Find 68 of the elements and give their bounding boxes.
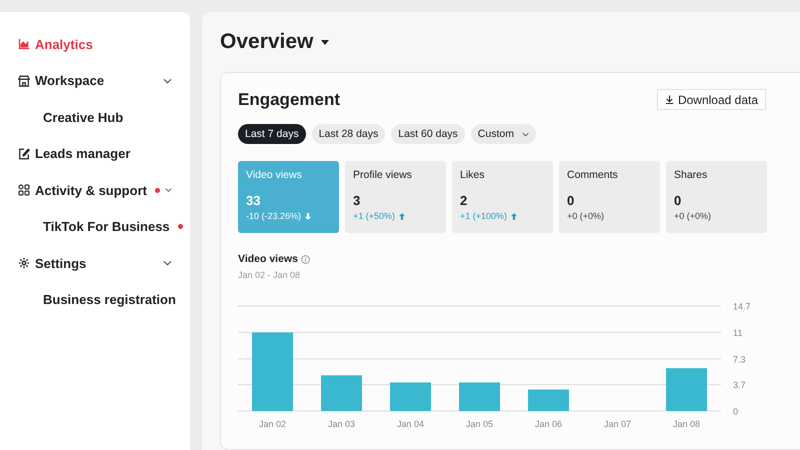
arrow-down-icon xyxy=(305,212,312,220)
chart-title: Video views xyxy=(238,253,298,265)
metric-value: 2 xyxy=(460,193,468,208)
sidebar-item[interactable]: Settings xyxy=(18,245,190,282)
info-icon[interactable] xyxy=(300,254,310,264)
axis-category-label: Jan 04 xyxy=(396,419,424,429)
chevron-icon[interactable] xyxy=(163,78,172,84)
metric-card[interactable]: Likes 2 +1 (+100%) xyxy=(452,161,553,233)
axis-tick-label: 11 xyxy=(733,328,742,338)
grid-icon xyxy=(18,184,30,196)
chevron-icon[interactable] xyxy=(163,260,172,266)
caret-icon[interactable] xyxy=(321,40,330,44)
metric-change: -10 (-23.26%) xyxy=(246,211,302,221)
sidebar-subitem[interactable]: Business registration xyxy=(18,282,190,318)
sidebar-item[interactable]: Analytics xyxy=(18,26,190,62)
chart-subtitle: Jan 02 - Jan 08 xyxy=(238,270,302,280)
metric-change: +0 (+0%) xyxy=(567,211,604,221)
metric-change: +1 (+100%) xyxy=(460,211,508,221)
shop-icon xyxy=(18,74,30,87)
date-range-chip[interactable]: Last 28 days xyxy=(312,124,386,144)
metric-label: Likes xyxy=(460,169,486,181)
bar[interactable] xyxy=(528,390,569,411)
metric-label: Comments xyxy=(567,169,619,181)
axis-tick-label: 7.3 xyxy=(733,354,746,364)
date-range-chip[interactable]: Last 7 days xyxy=(238,124,306,144)
axis-category-label: Jan 03 xyxy=(328,419,356,429)
download-button[interactable]: Download data xyxy=(656,89,766,110)
axis-category-label: Jan 02 xyxy=(258,419,286,429)
axis-category-label: Jan 07 xyxy=(604,419,632,429)
metric-value: 0 xyxy=(674,193,682,208)
sidebar-item[interactable]: Workspace xyxy=(18,62,190,99)
edit-icon xyxy=(18,148,30,160)
date-range-chip[interactable]: Last 60 days xyxy=(391,124,465,144)
metric-card[interactable]: Shares 0 +0 (+0%) xyxy=(666,161,767,233)
metric-card[interactable]: Profile views 3 +1 (+50%) xyxy=(345,161,446,233)
metric-value: 0 xyxy=(567,193,576,208)
metric-change: +0 (+0%) xyxy=(674,211,712,221)
download-icon xyxy=(664,95,674,104)
chart-icon xyxy=(18,38,30,50)
axis-category-label: Jan 06 xyxy=(534,419,562,429)
metric-label: Profile views xyxy=(353,169,413,181)
arrow-up-icon xyxy=(399,212,406,220)
metric-label: Shares xyxy=(674,169,708,181)
metric-value: 3 xyxy=(353,193,362,208)
sidebar-item[interactable]: Leads manager xyxy=(18,136,190,172)
bar[interactable] xyxy=(321,375,362,411)
bar[interactable] xyxy=(252,332,293,411)
axis-category-label: Jan 05 xyxy=(466,419,494,429)
chevron-icon[interactable] xyxy=(164,187,172,194)
bar[interactable] xyxy=(666,368,707,411)
arrow-up-icon xyxy=(511,212,518,220)
date-range-chip[interactable]: Custom xyxy=(470,124,536,144)
metric-change: +1 (+50%) xyxy=(353,211,396,221)
axis-tick-label: 3.7 xyxy=(733,380,746,390)
metric-label: Video views xyxy=(246,169,303,181)
sidebar-subitem[interactable]: TikTok For Business xyxy=(18,208,190,245)
axis-tick-label: 14.7 xyxy=(733,302,751,312)
sidebar-subitem[interactable]: Creative Hub xyxy=(18,99,190,136)
bar[interactable] xyxy=(390,382,431,411)
bar[interactable] xyxy=(459,382,500,411)
metric-value: 33 xyxy=(246,193,262,208)
settings-icon xyxy=(18,257,30,270)
metric-card[interactable]: Comments 0 +0 (+0%) xyxy=(559,161,660,233)
axis-tick-label: 0 xyxy=(733,406,738,416)
card-title: Engagement xyxy=(238,90,340,110)
page-title: Overview xyxy=(220,30,314,54)
sidebar-item[interactable]: Activity & support xyxy=(18,172,190,208)
axis-category-label: Jan 08 xyxy=(672,419,700,429)
